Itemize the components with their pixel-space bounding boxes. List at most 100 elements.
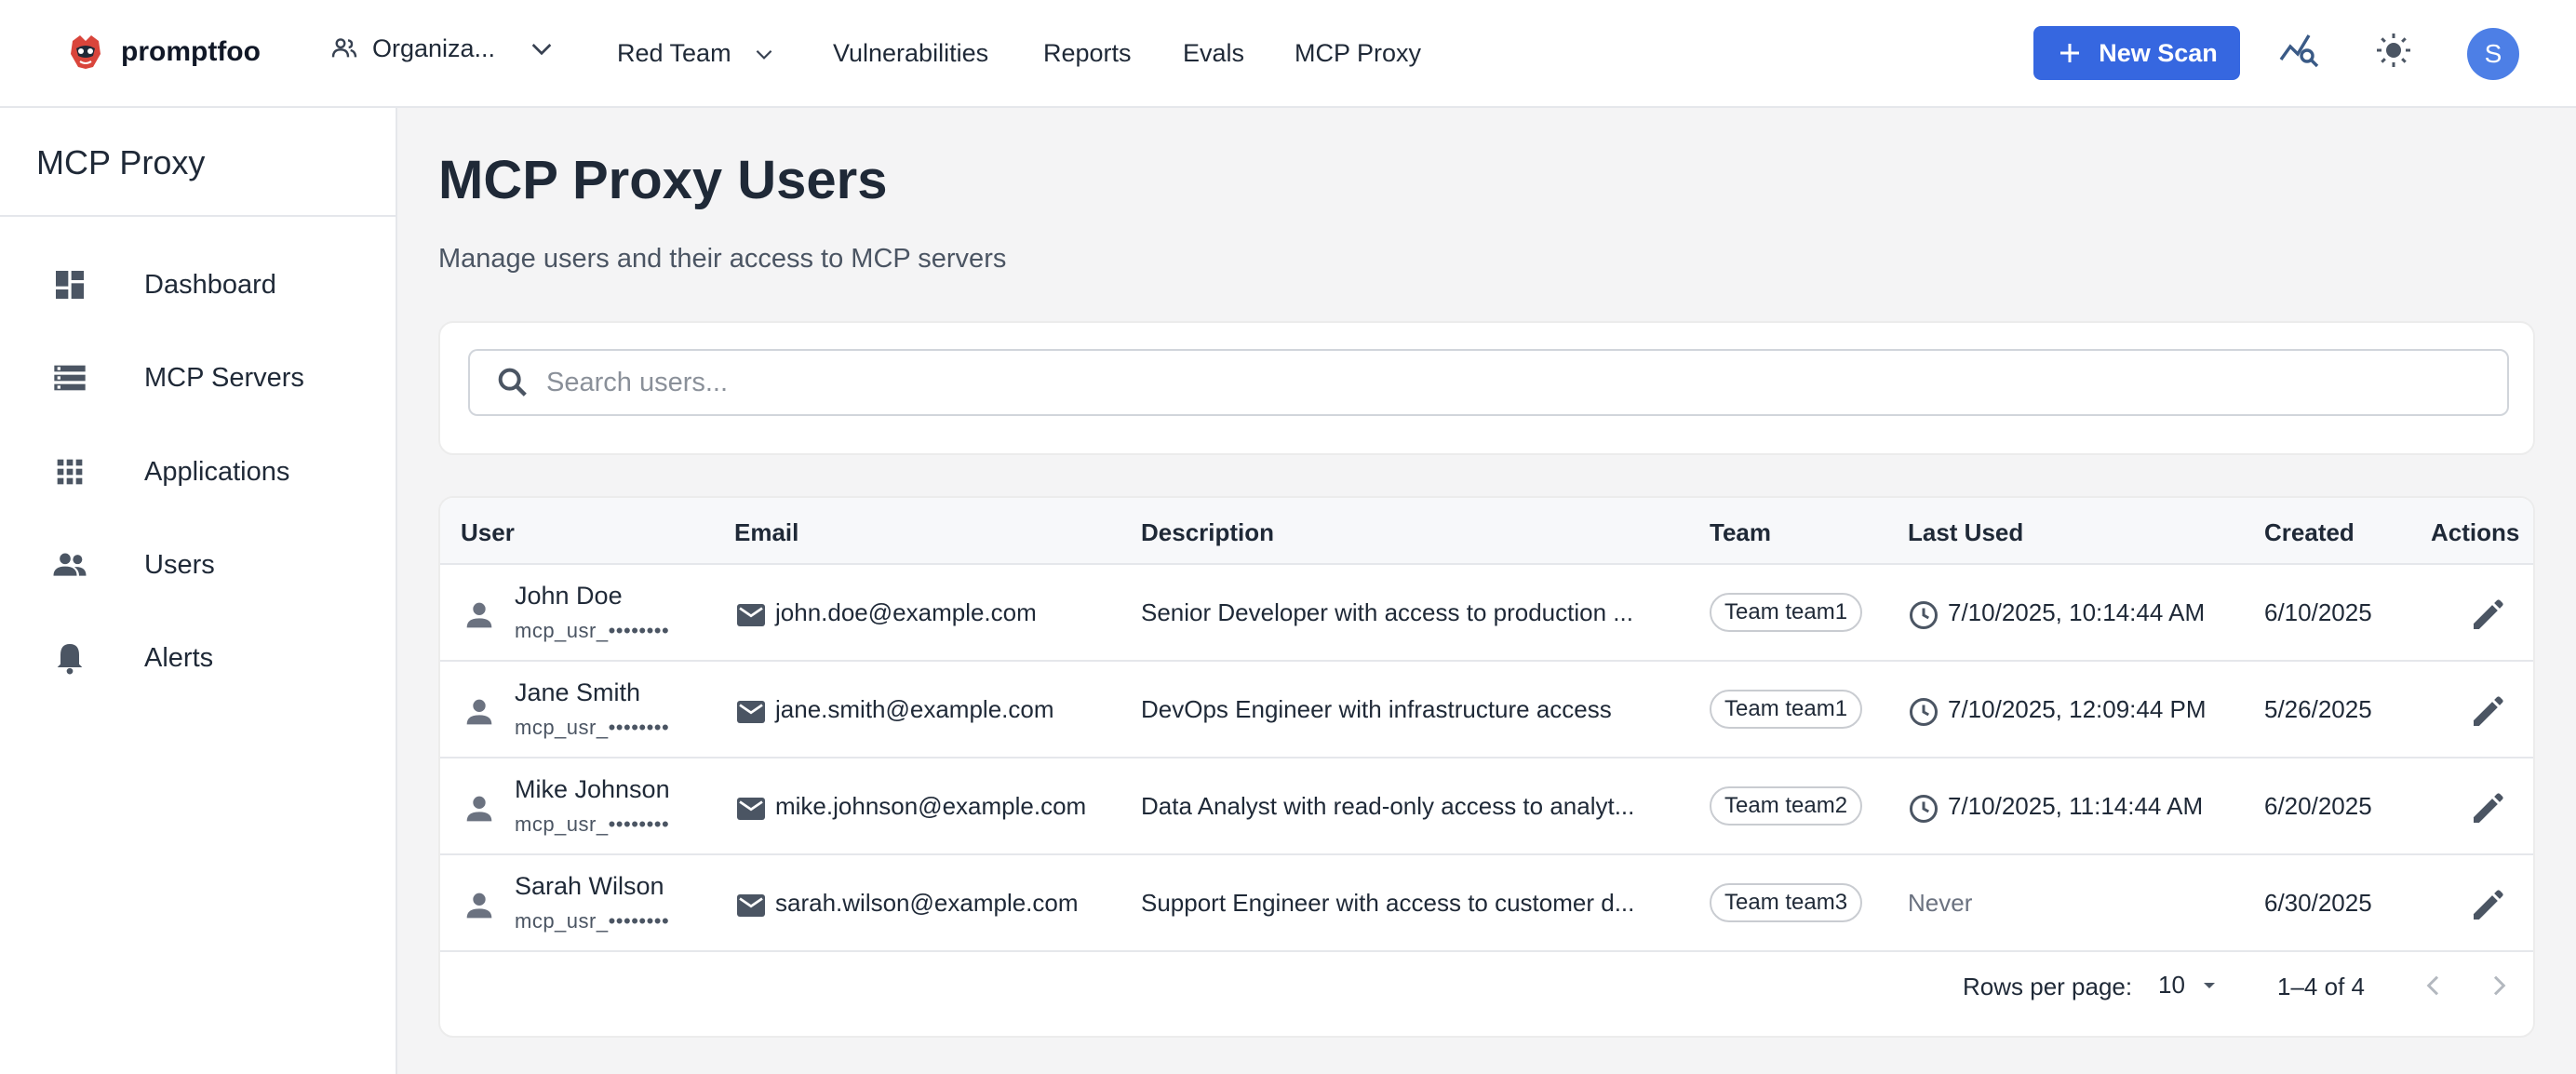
sidebar-item-dashboard[interactable]: Dashboard [0, 248, 396, 322]
sidebar-item-label: MCP Servers [144, 362, 304, 393]
user-email: jane.smith@example.com [775, 695, 1054, 723]
table-row[interactable]: Jane Smith mcp_usr_•••••••• jane.smith@e… [440, 662, 2533, 759]
column-header-last-used[interactable]: Last Used [1908, 518, 2023, 547]
user-name: John Doe [515, 582, 623, 610]
brand-name: promptfoo [121, 36, 261, 67]
user-created: 5/26/2025 [2264, 695, 2372, 723]
top-bar: promptfoo Organiza... Red Team Vulnerabi… [0, 0, 2576, 108]
user-email: mike.johnson@example.com [775, 792, 1087, 820]
sidebar-item-label: Dashboard [144, 269, 276, 300]
edit-pencil-icon[interactable] [2469, 790, 2506, 827]
person-icon [466, 893, 492, 919]
user-name: Mike Johnson [515, 775, 670, 803]
sidebar-item-label: Alerts [144, 642, 214, 673]
rows-per-page-value: 10 [2158, 971, 2185, 999]
rows-per-page-label: Rows per page: [1963, 973, 2133, 1000]
servers-icon [54, 365, 86, 391]
nav-mcp-proxy[interactable]: MCP Proxy [1295, 39, 1421, 68]
mail-icon [737, 604, 765, 626]
dashboard-icon [56, 271, 84, 299]
previous-page-icon[interactable] [2419, 971, 2449, 1000]
user-email: sarah.wilson@example.com [775, 889, 1079, 917]
page-title: MCP Proxy Users [438, 150, 888, 210]
edit-pencil-icon[interactable] [2469, 597, 2506, 634]
user-description: Data Analyst with read-only access to an… [1141, 792, 1635, 820]
promptfoo-logo-icon [71, 35, 101, 69]
sidebar: MCP Proxy Dashboard MCP Servers Applicat… [0, 108, 397, 1074]
rows-per-page-select[interactable]: 10 [2158, 971, 2220, 1000]
column-header-created[interactable]: Created [2264, 518, 2355, 547]
column-header-actions: Actions [2431, 518, 2520, 546]
user-description: DevOps Engineer with infrastructure acce… [1141, 695, 1612, 723]
brand[interactable]: promptfoo [65, 32, 261, 73]
user-created: 6/20/2025 [2264, 792, 2372, 820]
nav-red-team-label: Red Team [617, 39, 731, 67]
new-scan-label: New Scan [2099, 38, 2218, 67]
user-description: Support Engineer with access to customer… [1141, 889, 1635, 917]
mail-icon [737, 798, 765, 820]
column-header-description[interactable]: Description [1141, 518, 1274, 547]
user-api-key: mcp_usr_•••••••• [515, 716, 670, 739]
column-header-email[interactable]: Email [734, 518, 798, 547]
user-last-used: Never [1908, 889, 1973, 917]
user-api-key: mcp_usr_•••••••• [515, 619, 670, 642]
sidebar-title: MCP Proxy [36, 143, 206, 181]
edit-pencil-icon[interactable] [2469, 693, 2506, 731]
sidebar-item-alerts[interactable]: Alerts [0, 621, 396, 695]
clock-icon [1910, 601, 1938, 629]
model-audit-icon[interactable] [2277, 28, 2322, 73]
nav-reports[interactable]: Reports [1043, 39, 1132, 68]
column-header-user[interactable]: User [461, 518, 515, 547]
sidebar-item-users[interactable]: Users [0, 528, 396, 602]
search-icon [498, 368, 527, 396]
mail-icon [737, 894, 765, 917]
clock-icon [1910, 698, 1938, 726]
theme-toggle-sun-icon[interactable] [2371, 28, 2416, 73]
sidebar-item-applications[interactable]: Applications [0, 435, 396, 509]
person-icon [466, 602, 492, 628]
clock-icon [1910, 795, 1938, 823]
user-avatar[interactable]: S [2467, 28, 2519, 80]
person-icon [466, 699, 492, 725]
user-api-key: mcp_usr_•••••••• [515, 909, 670, 933]
bell-icon [57, 644, 83, 675]
sidebar-item-mcp-servers[interactable]: MCP Servers [0, 341, 396, 415]
search-box[interactable] [468, 349, 2509, 416]
search-input[interactable] [544, 358, 2484, 407]
column-header-team[interactable]: Team [1710, 518, 1771, 547]
table-row[interactable]: Mike Johnson mcp_usr_•••••••• mike.johns… [440, 759, 2533, 855]
team-chip: Team team1 [1710, 593, 1863, 632]
user-last-used: 7/10/2025, 10:14:44 AM [1948, 598, 2206, 626]
nav-evals[interactable]: Evals [1183, 39, 1244, 68]
users-table: User Email Description Team Last Used Cr… [438, 496, 2535, 1038]
sidebar-item-label: Users [144, 549, 215, 580]
table-row[interactable]: Sarah Wilson mcp_usr_•••••••• sarah.wils… [440, 855, 2533, 952]
new-scan-button[interactable]: New Scan [2033, 26, 2240, 80]
search-card [438, 321, 2535, 455]
apps-grid-icon [57, 459, 83, 485]
nav-vulnerabilities[interactable]: Vulnerabilities [833, 39, 988, 68]
table-row[interactable]: John Doe mcp_usr_•••••••• john.doe@examp… [440, 565, 2533, 662]
team-chip: Team team1 [1710, 690, 1863, 729]
sidebar-divider [0, 215, 396, 217]
edit-pencil-icon[interactable] [2469, 887, 2506, 924]
organization-selector[interactable]: Organiza... [329, 34, 570, 63]
user-created: 6/10/2025 [2264, 598, 2372, 626]
users-icon [53, 553, 87, 576]
user-name: Jane Smith [515, 678, 641, 706]
user-created: 6/30/2025 [2264, 889, 2372, 917]
next-page-icon[interactable] [2484, 971, 2514, 1000]
mail-icon [737, 701, 765, 723]
organization-label: Organiza... [372, 34, 496, 62]
nav-red-team[interactable]: Red Team [617, 39, 776, 68]
user-last-used: 7/10/2025, 11:14:44 AM [1948, 792, 2204, 820]
chevron-down-icon [531, 44, 552, 56]
user-last-used: 7/10/2025, 12:09:44 PM [1948, 695, 2207, 723]
user-description: Senior Developer with access to producti… [1141, 598, 1633, 626]
chevron-down-icon [756, 49, 771, 60]
team-chip: Team team3 [1710, 883, 1863, 922]
plus-icon [2060, 44, 2080, 62]
user-api-key: mcp_usr_•••••••• [515, 812, 670, 836]
pagination-range: 1–4 of 4 [2277, 973, 2365, 1000]
sidebar-item-label: Applications [144, 456, 290, 487]
